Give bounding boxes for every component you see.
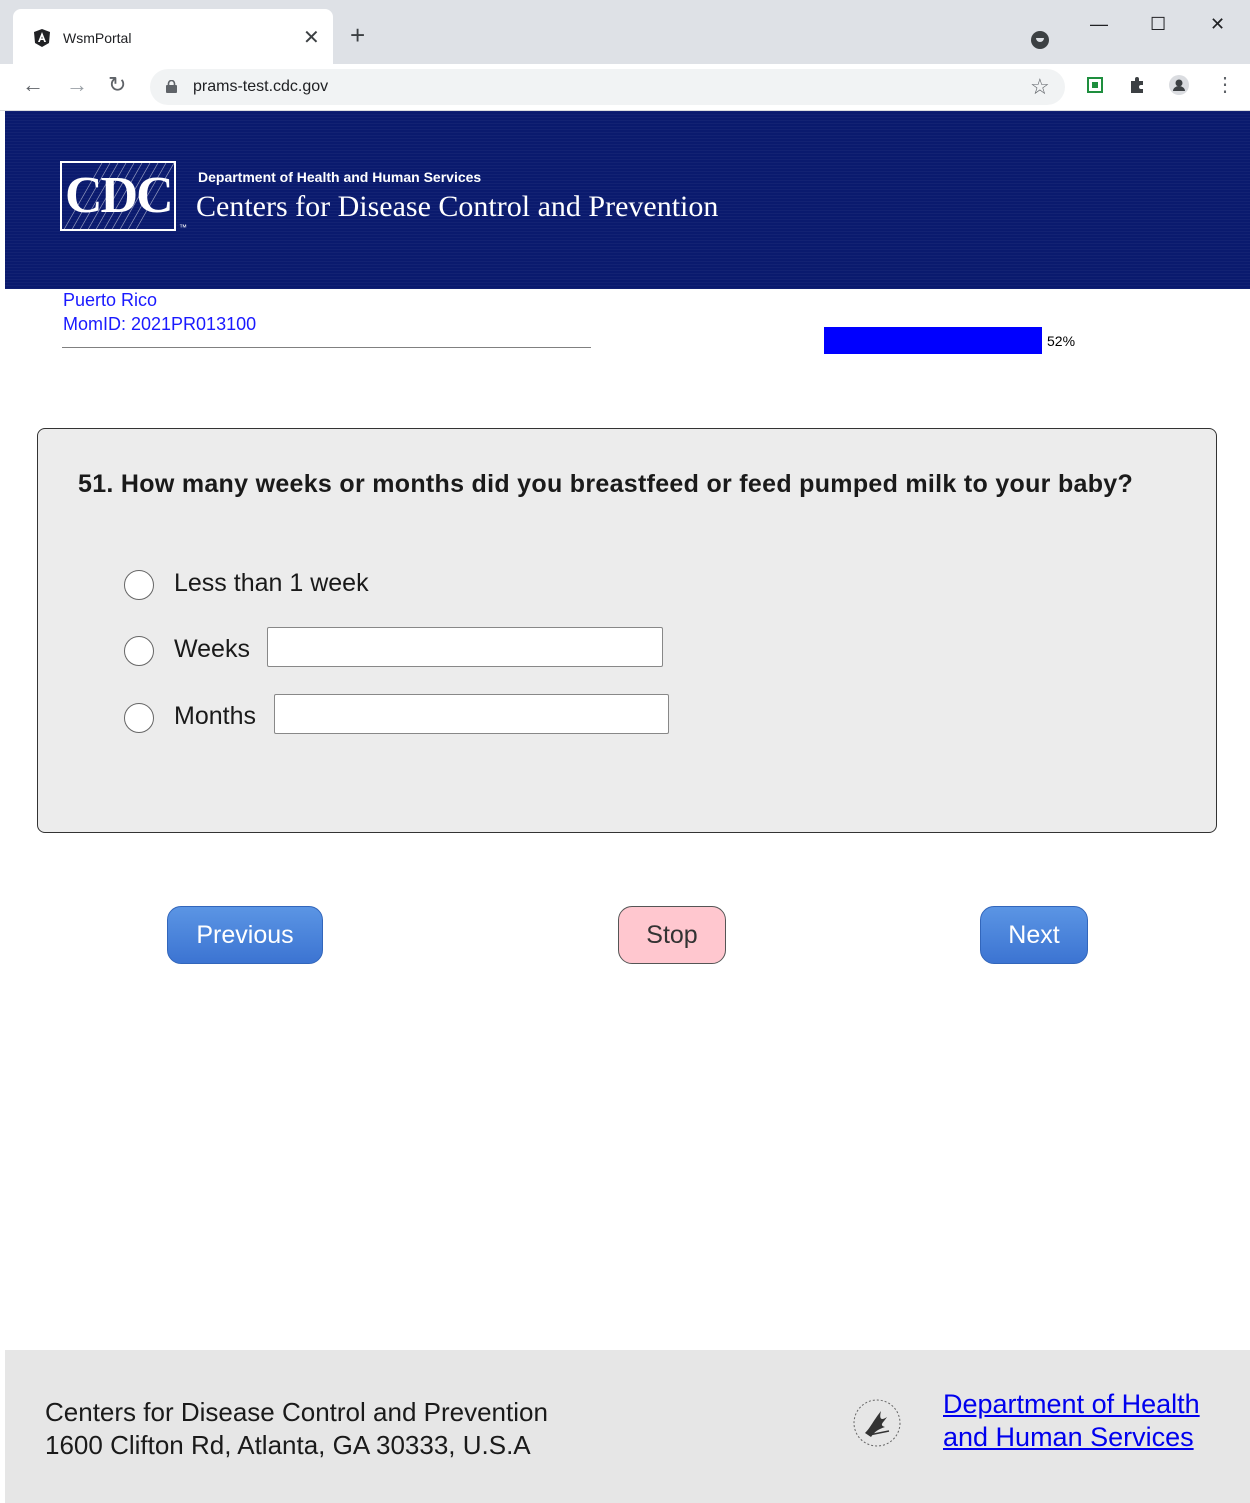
- option-label-weeks: Weeks: [174, 635, 250, 663]
- lock-icon: [166, 80, 177, 93]
- new-tab-button[interactable]: +: [350, 22, 365, 48]
- hhs-link-line1: Department of Health: [943, 1389, 1200, 1419]
- mom-id-label: MomID: 2021PR013100: [63, 314, 257, 334]
- hhs-link[interactable]: Department of Health and Human Services: [943, 1388, 1200, 1454]
- address-bar[interactable]: prams-test.cdc.gov ☆: [150, 69, 1065, 105]
- cdc-agency-name: Centers for Disease Control and Preventi…: [196, 190, 719, 223]
- back-button[interactable]: ←: [22, 72, 44, 98]
- weeks-input[interactable]: [267, 627, 663, 667]
- puzzle-icon[interactable]: [1127, 75, 1147, 95]
- footer-org-name: Centers for Disease Control and Preventi…: [45, 1397, 548, 1427]
- radio-less-than-1-week[interactable]: [124, 570, 154, 600]
- cdc-logo: CDC: [60, 161, 176, 231]
- reload-button[interactable]: ↻: [108, 72, 126, 98]
- option-label-less-than-1-week: Less than 1 week: [174, 569, 369, 597]
- stop-button[interactable]: Stop: [618, 906, 726, 964]
- radio-months[interactable]: [124, 703, 154, 733]
- next-button[interactable]: Next: [980, 906, 1088, 964]
- radio-weeks[interactable]: [124, 636, 154, 666]
- browser-tab-strip: WsmPortal ✕ + — ☐ ✕: [0, 0, 1250, 64]
- menu-icon[interactable]: ⋮: [1215, 72, 1235, 97]
- tab-title: WsmPortal: [63, 30, 132, 46]
- maximize-button[interactable]: ☐: [1150, 14, 1166, 35]
- url-text: prams-test.cdc.gov: [193, 78, 329, 95]
- question-text: 51. How many weeks or months did you bre…: [78, 470, 1134, 498]
- question-panel: 51. How many weeks or months did you bre…: [37, 428, 1217, 833]
- angular-icon: [34, 29, 50, 47]
- tab-search-icon[interactable]: [1031, 31, 1049, 49]
- state-label: Puerto Rico: [63, 290, 158, 310]
- extension-icon[interactable]: [1085, 75, 1105, 95]
- cdc-header-banner: CDC ™ Department of Health and Human Ser…: [5, 111, 1250, 289]
- minimize-button[interactable]: —: [1090, 14, 1108, 35]
- previous-button[interactable]: Previous: [167, 906, 323, 964]
- hhs-link-line2: and Human Services: [943, 1422, 1194, 1452]
- progress-percent: 52%: [1047, 333, 1076, 349]
- profile-avatar-icon[interactable]: [1169, 75, 1189, 95]
- divider-line: [62, 347, 591, 348]
- months-input[interactable]: [274, 694, 669, 734]
- tab-close-icon[interactable]: ✕: [303, 25, 320, 50]
- option-label-months: Months: [174, 702, 256, 730]
- hhs-department-name: Department of Health and Human Services: [198, 169, 482, 185]
- progress-bar: [824, 327, 1042, 354]
- trademark-mark: ™: [179, 223, 187, 232]
- browser-tab[interactable]: WsmPortal ✕: [13, 9, 333, 64]
- cdc-logo-text: CDC: [65, 167, 174, 224]
- forward-button[interactable]: →: [66, 72, 88, 98]
- browser-toolbar: ← → ↻ prams-test.cdc.gov ☆ ⋮: [0, 64, 1250, 111]
- hhs-eagle-icon: [853, 1399, 901, 1447]
- close-window-button[interactable]: ✕: [1210, 14, 1225, 35]
- page-footer: Centers for Disease Control and Preventi…: [5, 1350, 1250, 1503]
- bookmark-star-icon[interactable]: ☆: [1030, 74, 1050, 100]
- footer-address: 1600 Clifton Rd, Atlanta, GA 30333, U.S.…: [45, 1430, 531, 1460]
